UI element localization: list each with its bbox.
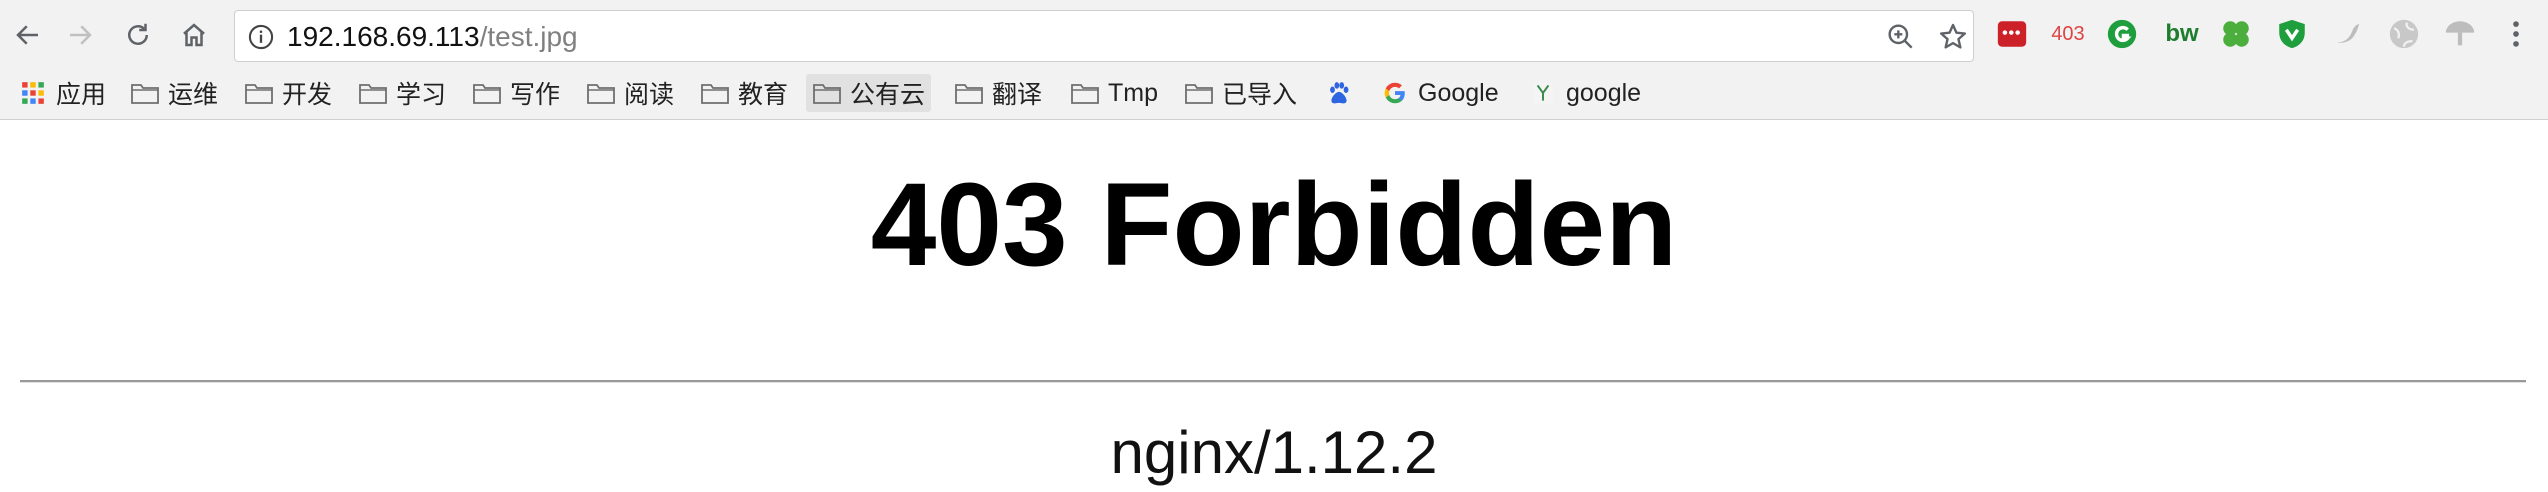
bookmark-folder-study[interactable]: 学习 [352,74,452,112]
bookmark-apps[interactable]: 应用 [12,74,112,112]
folder-icon [587,84,615,104]
grammarly-extension-icon [2107,19,2137,49]
y-favicon-icon [1533,82,1553,104]
bookmark-folder-reading[interactable]: 阅读 [580,74,680,112]
folder-icon [245,84,273,104]
bookmark-folder-ops[interactable]: 运维 [124,74,224,112]
bookmark-label: 阅读 [624,81,675,109]
star-bookmark-icon[interactable] [1937,21,1969,53]
forward-button[interactable] [60,13,100,57]
horizontal-rule [20,380,2526,383]
globe-extension-button[interactable] [2386,16,2422,52]
clover-extension-icon [2223,21,2249,47]
bookmark-label: 公有云 [850,81,926,109]
bookmark-label: 应用 [56,81,107,109]
shield-extension-icon [2279,19,2305,49]
bird-extension-icon [2336,24,2360,43]
mushroom-extension-icon [2445,21,2475,46]
browser-toolbar: 192.168.69.113/test.jpg 403 bw [0,0,2548,74]
bookmark-label: 运维 [168,81,219,109]
url-path: /test.jpg [479,21,578,52]
folder-icon [131,84,159,104]
bookmark-label: 学习 [396,81,447,109]
address-bar[interactable]: 192.168.69.113/test.jpg [234,10,1974,62]
page-title: 403 Forbidden [870,159,1678,291]
lastpass-extension-icon [1997,21,2027,47]
bookmark-label: 教育 [738,81,789,109]
bookmark-folder-education[interactable]: 教育 [694,74,794,112]
reload-button[interactable] [118,13,158,57]
shield-extension-button[interactable] [2274,16,2310,52]
lastpass-extension-button[interactable] [1994,16,2030,52]
bookmark-label: 翻译 [992,81,1043,109]
apps-grid-icon [22,82,44,104]
bookmark-folder-imported[interactable]: 已导入 [1178,74,1303,112]
url-text[interactable]: 192.168.69.113/test.jpg [287,23,578,51]
back-arrow-icon [16,25,38,45]
kebab-menu-icon [2513,21,2519,47]
bookmark-google[interactable]: Google [1374,74,1505,112]
folder-icon [955,84,983,104]
mushroom-extension-button[interactable] [2442,16,2478,52]
baidu-paw-icon [1330,82,1349,104]
http-status-extension-icon: 403 [2051,22,2085,45]
google-g-icon [1384,82,1405,104]
bookmark-baidu[interactable] [1318,74,1360,112]
back-button[interactable] [8,13,48,57]
folder-icon [813,84,841,104]
bird-extension-button[interactable] [2330,16,2366,52]
clover-extension-button[interactable] [2218,16,2254,52]
folder-icon [1185,84,1213,104]
folder-icon [701,84,729,104]
bookmark-folder-public-cloud[interactable]: 公有云 [806,74,932,112]
bookmark-label: 开发 [282,81,333,109]
bookmarks-bar: 应用 运维 开发 学习 写作 阅读 教育 公有云 翻译 Tmp 已导入 Goog… [0,70,2548,120]
reload-icon [128,23,148,45]
info-icon[interactable] [247,23,275,51]
server-signature: nginx/1.12.2 [1110,419,1438,486]
globe-extension-icon [2389,19,2419,49]
grammarly-extension-button[interactable] [2104,16,2140,52]
http-status-extension-button[interactable]: 403 [2046,16,2090,52]
bookmark-google-y[interactable]: google [1522,74,1647,112]
menu-button[interactable] [2498,16,2534,52]
bookmark-label: google [1566,78,1642,107]
zoom-icon[interactable] [1885,21,1917,53]
url-host: 192.168.69.113 [287,21,480,52]
home-icon [183,23,205,47]
bookmark-label: 写作 [510,81,561,109]
bookmark-folder-dev[interactable]: 开发 [238,74,338,112]
bookmark-folder-tmp[interactable]: Tmp [1064,74,1164,112]
bookmark-label: Tmp [1108,78,1158,107]
home-button[interactable] [174,13,214,57]
folder-icon [359,84,387,104]
bookmark-folder-translate[interactable]: 翻译 [948,74,1048,112]
folder-icon [1071,84,1099,104]
bw-extension-button[interactable]: bw [2160,16,2204,52]
bw-extension-icon: bw [2165,20,2199,47]
bookmark-label: Google [1418,78,1499,107]
bookmark-folder-writing[interactable]: 写作 [466,74,566,112]
bookmark-label: 已导入 [1222,81,1298,109]
forward-arrow-icon [70,25,92,45]
folder-icon [473,84,501,104]
